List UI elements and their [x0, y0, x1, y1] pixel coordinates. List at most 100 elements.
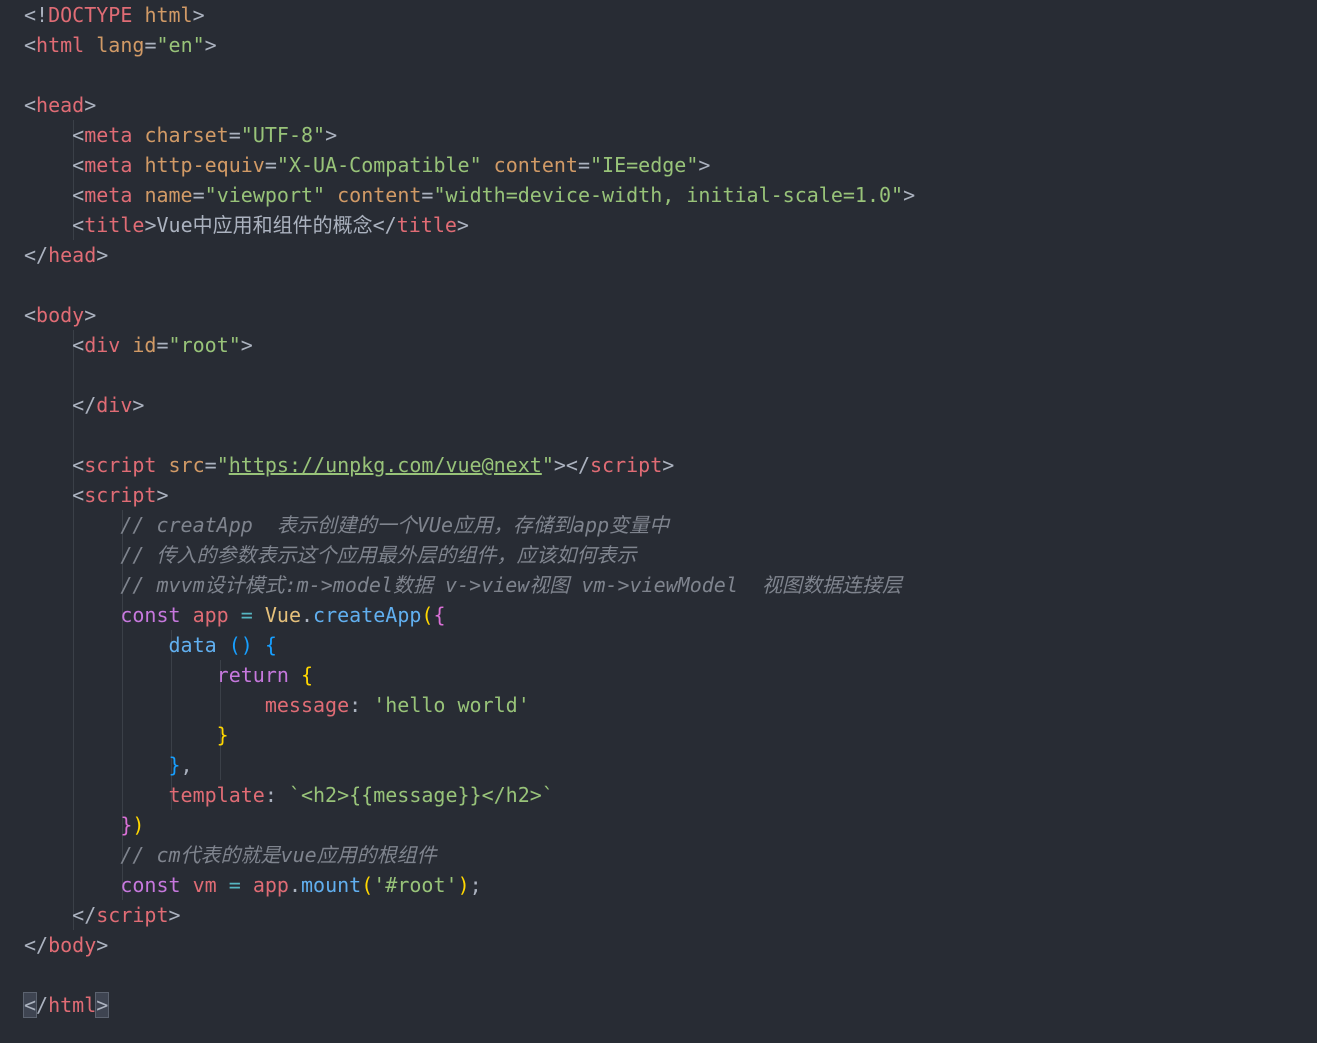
code-token: >: [84, 303, 97, 327]
code-token: 'hello world': [373, 693, 530, 717]
code-token: meta: [84, 183, 133, 207]
code-line[interactable]: <head>: [24, 90, 1317, 120]
code-token: >: [240, 333, 253, 357]
code-token: =: [156, 333, 169, 357]
code-token: </: [24, 243, 49, 267]
code-token: script: [589, 453, 663, 477]
code-token: >: [168, 903, 181, 927]
code-token: {: [433, 603, 446, 627]
code-token: body: [36, 303, 85, 327]
code-token: html: [48, 993, 97, 1017]
code-token: app: [252, 873, 289, 897]
code-token: <!: [24, 3, 49, 27]
code-comment: // creatApp 表示创建的一个VUe应用，存储到app变量中: [120, 513, 670, 537]
code-link[interactable]: https://unpkg.com/vue@next: [229, 453, 542, 477]
code-line[interactable]: </head>: [24, 240, 1317, 270]
code-token: >: [132, 393, 145, 417]
code-token: "X-UA-Compatible": [276, 153, 482, 177]
code-line[interactable]: const app = Vue.createApp({: [24, 600, 1317, 630]
code-token: body: [48, 933, 97, 957]
code-line[interactable]: [24, 270, 1317, 300]
code-line[interactable]: <html lang="en">: [24, 30, 1317, 60]
code-token: =: [228, 123, 241, 147]
code-line[interactable]: <!DOCTYPE html>: [24, 0, 1317, 30]
code-line[interactable]: <meta http-equiv="X-UA-Compatible" conte…: [24, 150, 1317, 180]
code-line[interactable]: const vm = app.mount('#root');: [24, 870, 1317, 900]
code-line[interactable]: // cm代表的就是vue应用的根组件: [24, 840, 1317, 870]
code-line[interactable]: return {: [24, 660, 1317, 690]
code-token: <: [24, 33, 37, 57]
code-token: meta: [84, 153, 133, 177]
code-line[interactable]: [24, 420, 1317, 450]
code-line[interactable]: data () {: [24, 630, 1317, 660]
code-line[interactable]: }): [24, 810, 1317, 840]
code-line[interactable]: message: 'hello world': [24, 690, 1317, 720]
code-token: .: [288, 873, 301, 897]
code-token: return: [216, 663, 289, 687]
code-comment: // 传入的参数表示这个应用最外层的组件，应该如何表示: [120, 543, 637, 567]
code-token: (: [361, 873, 374, 897]
code-token: vm: [192, 873, 217, 897]
code-line[interactable]: <script>: [24, 480, 1317, 510]
code-token: "viewport": [204, 183, 326, 207]
code-line[interactable]: }: [24, 720, 1317, 750]
code-line[interactable]: </body>: [24, 930, 1317, 960]
code-token: title: [84, 213, 145, 237]
code-token: content: [493, 153, 578, 177]
code-token: >: [192, 3, 205, 27]
code-token: http-equiv: [144, 153, 265, 177]
code-token: <: [72, 453, 85, 477]
code-token: "IE=edge": [590, 153, 699, 177]
code-token: createApp: [313, 603, 422, 627]
code-line[interactable]: <body>: [24, 300, 1317, 330]
code-token: <: [22, 992, 38, 1018]
code-line[interactable]: <div id="root">: [24, 330, 1317, 360]
code-line[interactable]: [24, 360, 1317, 390]
code-comment: // mvvm设计模式:m->model数据 v->view视图 vm->vie…: [120, 573, 902, 597]
code-line[interactable]: </div>: [24, 390, 1317, 420]
code-token: mount: [301, 873, 362, 897]
code-line[interactable]: // mvvm设计模式:m->model数据 v->view视图 vm->vie…: [24, 570, 1317, 600]
code-line[interactable]: <meta name="viewport" content="width=dev…: [24, 180, 1317, 210]
code-line[interactable]: <title>Vue中应用和组件的概念</title>: [24, 210, 1317, 240]
code-token: =: [144, 33, 157, 57]
code-line[interactable]: template: `<h2>{{message}}</h2>`: [24, 780, 1317, 810]
code-line[interactable]: [24, 60, 1317, 90]
code-line[interactable]: <meta charset="UTF-8">: [24, 120, 1317, 150]
code-token: =: [204, 453, 217, 477]
code-line[interactable]: },: [24, 750, 1317, 780]
code-token: "root": [168, 333, 241, 357]
code-line[interactable]: // creatApp 表示创建的一个VUe应用，存储到app变量中: [24, 510, 1317, 540]
code-editor[interactable]: <!DOCTYPE html> <html lang="en"> <head> <m…: [0, 0, 1317, 1043]
code-line[interactable]: <script src="https://unpkg.com/vue@next"…: [24, 450, 1317, 480]
code-token: ): [457, 873, 470, 897]
code-token: >: [456, 213, 469, 237]
code-line[interactable]: // 传入的参数表示这个应用最外层的组件，应该如何表示: [24, 540, 1317, 570]
code-token: :: [264, 783, 289, 807]
code-line[interactable]: </script>: [24, 900, 1317, 930]
code-token: >: [156, 483, 169, 507]
code-line[interactable]: [24, 960, 1317, 990]
code-line[interactable]: </html>: [22, 990, 1317, 1020]
code-token: <: [72, 213, 85, 237]
code-token: >: [698, 153, 711, 177]
